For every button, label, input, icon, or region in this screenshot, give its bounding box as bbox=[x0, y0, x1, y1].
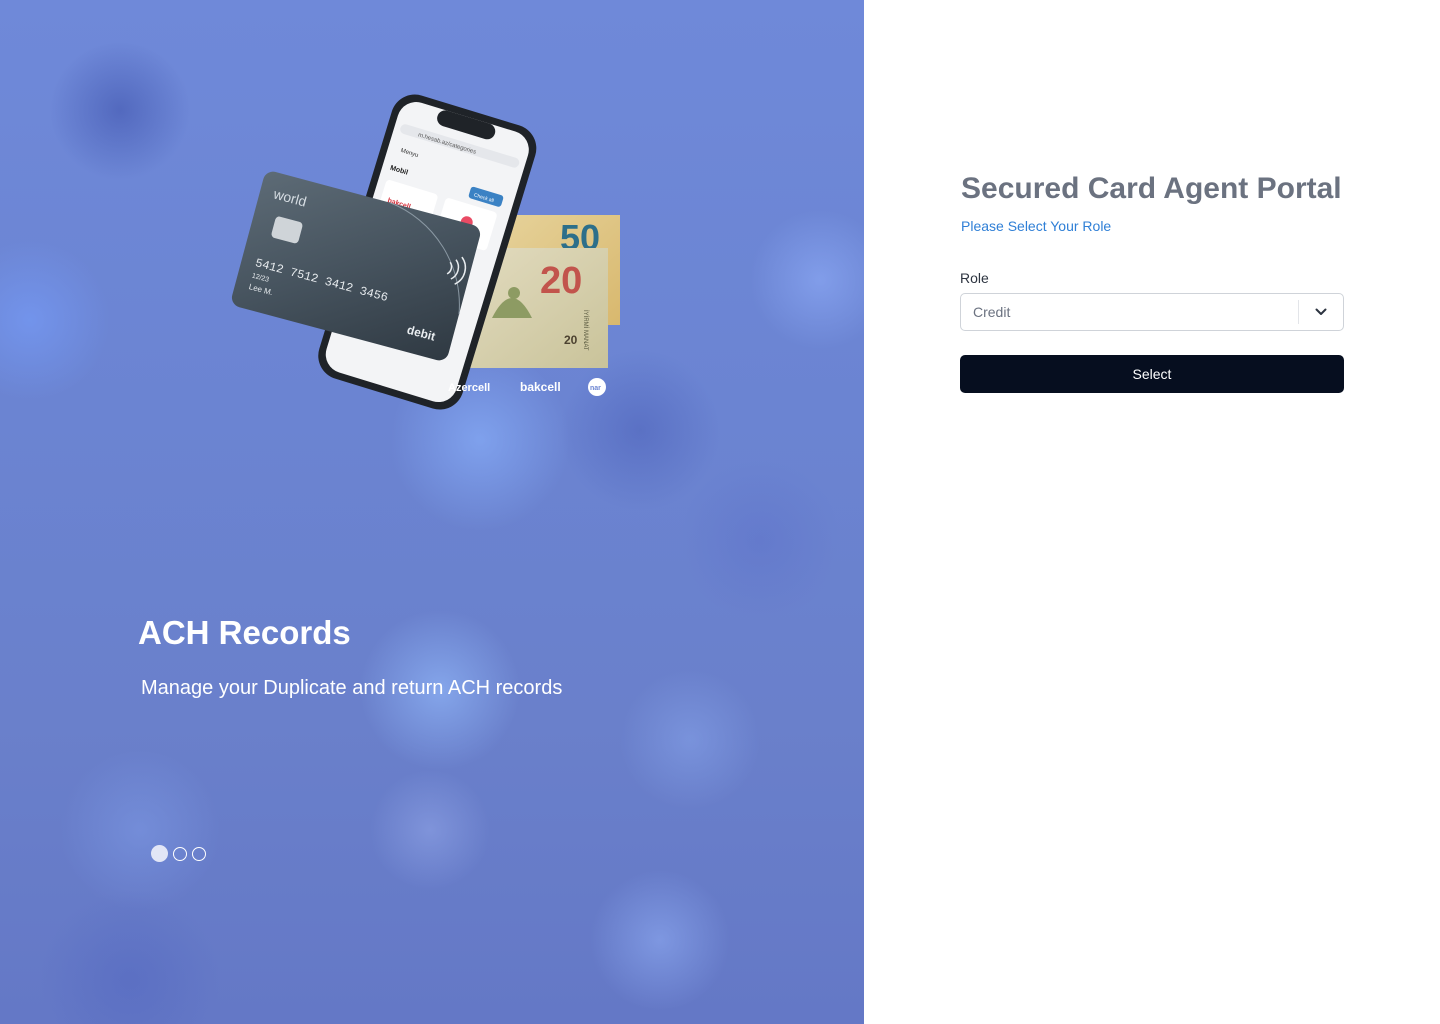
page-subtitle: Please Select Your Role bbox=[961, 218, 1112, 234]
svg-text:20: 20 bbox=[540, 260, 582, 302]
select-button[interactable]: Select bbox=[960, 355, 1344, 393]
carousel-indicators bbox=[151, 845, 206, 862]
chevron-down-icon[interactable] bbox=[1299, 294, 1343, 330]
role-select[interactable]: Credit bbox=[960, 293, 1344, 331]
bakcell-logo: bakcell bbox=[520, 380, 561, 394]
payment-illustration: 50 20 20 İYİRMİ MANAT m.hesab.az/categor… bbox=[231, 94, 620, 410]
role-form-panel: Secured Card Agent Portal Please Select … bbox=[864, 0, 1440, 1024]
svg-text:İYİRMİ MANAT: İYİRMİ MANAT bbox=[582, 310, 589, 351]
slide-title: ACH Records bbox=[138, 614, 351, 651]
page-title: Secured Card Agent Portal bbox=[961, 172, 1342, 205]
carousel-dot-2[interactable] bbox=[173, 846, 187, 861]
carousel-dot-1[interactable] bbox=[151, 845, 168, 862]
nar-logo: nar bbox=[590, 385, 601, 392]
role-select-value: Credit bbox=[973, 304, 1011, 320]
role-label: Role bbox=[960, 270, 989, 286]
carousel-dot-3[interactable] bbox=[192, 846, 206, 861]
hero-panel: 50 20 20 İYİRMİ MANAT m.hesab.az/categor… bbox=[0, 0, 864, 1024]
svg-text:20: 20 bbox=[564, 333, 578, 347]
slide-description: Manage your Duplicate and return ACH rec… bbox=[141, 677, 563, 699]
partner-logos: Azercell bakcell nar bbox=[448, 378, 606, 396]
azercell-logo: Azercell bbox=[448, 382, 490, 394]
